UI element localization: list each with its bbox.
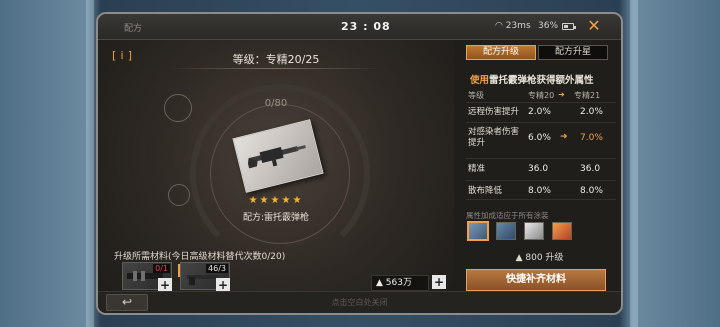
currency-display: ▲ 563万 bbox=[371, 275, 429, 291]
stat-header-label: 等级 bbox=[468, 91, 484, 100]
wifi-latency-value: 23ms bbox=[505, 21, 531, 31]
panel-title: 配方 bbox=[124, 24, 143, 34]
skin-option-4[interactable] bbox=[552, 222, 572, 240]
bg-stripe-right bbox=[630, 0, 638, 327]
bonus-title-text: 雷托霰弹枪获得额外属性 bbox=[489, 75, 594, 86]
upgrade-cost: ▲ 800 升级 bbox=[454, 250, 621, 263]
material-count-1: 0/1 bbox=[153, 264, 170, 273]
stat-current: 36.0 bbox=[528, 164, 549, 174]
skin-option-3[interactable] bbox=[524, 222, 544, 240]
star-rating: ★★★★★ bbox=[248, 195, 304, 206]
stat-current: 8.0% bbox=[528, 186, 551, 196]
upgrade-panel: 配方升级 配方升星 使用雷托霰弹枪获得额外属性 等级 专精20 ➜ 专精21 远… bbox=[454, 40, 621, 292]
currency-icon: ▲ bbox=[376, 278, 383, 288]
add-material-2-button[interactable]: + bbox=[216, 278, 230, 292]
level-divider bbox=[168, 68, 384, 69]
level-label: 等级：专精20/25 bbox=[232, 53, 320, 66]
stat-row-ranged-damage: 远程伤害提升 2.0% 2.0% bbox=[466, 102, 616, 120]
attribute-note: 属性加成适应于所有涂装 bbox=[466, 211, 549, 220]
quick-fill-materials-button[interactable]: 快捷补齐材料 bbox=[466, 269, 606, 291]
stat-header-current: 专精20 bbox=[528, 91, 555, 100]
arrow-right-icon: ➜ bbox=[558, 90, 565, 99]
stat-next: 7.0% bbox=[580, 133, 603, 143]
wifi-latency: ◠ 23ms bbox=[495, 21, 531, 31]
stat-name: 散布降低 bbox=[468, 186, 503, 196]
skin-option-2[interactable] bbox=[496, 222, 516, 240]
stat-header-next: 专精21 bbox=[574, 91, 601, 100]
stat-next: 8.0% bbox=[580, 186, 603, 196]
bg-stripe-left bbox=[86, 0, 94, 327]
currency-icon: ▲ bbox=[515, 253, 523, 263]
stat-row-accuracy: 精准 36.0 36.0 bbox=[466, 158, 616, 178]
bottom-bar: ↩ 点击空白处关闭 bbox=[98, 291, 621, 313]
add-currency-button[interactable]: + bbox=[432, 275, 446, 289]
skin-option-1[interactable] bbox=[468, 222, 488, 240]
tab-recipe-upgrade[interactable]: 配方升级 bbox=[466, 45, 536, 60]
stat-next: 36.0 bbox=[580, 164, 601, 174]
stat-current: 2.0% bbox=[528, 107, 551, 117]
material-count-2: 46/3 bbox=[206, 264, 228, 273]
stat-name: 远程伤害提升 bbox=[468, 107, 520, 117]
battery-percent: 36% bbox=[538, 21, 559, 31]
progress-counter: 0/80 bbox=[264, 98, 288, 109]
status-bar: 配方 23 : 08 ◠ 23ms 36% ✕ bbox=[98, 14, 621, 40]
recipe-panel: 配方 23 : 08 ◠ 23ms 36% ✕ i 等级：专精20/25 0/8… bbox=[96, 12, 623, 315]
recipe-name: 配方:雷托霰弹枪 bbox=[242, 213, 310, 223]
clock: 23 : 08 bbox=[341, 20, 391, 33]
add-material-1-button[interactable]: + bbox=[158, 278, 172, 292]
tab-recipe-star-up[interactable]: 配方升星 bbox=[538, 45, 608, 60]
close-hint[interactable]: 点击空白处关闭 bbox=[98, 297, 621, 308]
stat-current: 6.0% bbox=[528, 133, 551, 143]
wifi-icon: ◠ bbox=[495, 21, 503, 31]
currency-amount: 563万 bbox=[385, 278, 412, 288]
stat-next: 2.0% bbox=[580, 107, 603, 117]
stat-row-infected-damage: 对感染者伤害提升 6.0% ➜ 7.0% bbox=[466, 122, 616, 154]
upgrade-cost-text: 800 升级 bbox=[525, 253, 564, 263]
stat-name: 精准 bbox=[468, 164, 486, 174]
recipe-display: i 等级：专精20/25 0/80 ★★★★★ 配方:雷托霰弹枪 升级所需材料(… bbox=[98, 40, 454, 292]
materials-label: 升级所需材料(今日高级材料替代次数0/20) bbox=[114, 252, 286, 262]
stat-name: 对感染者伤害提升 bbox=[468, 127, 520, 148]
shotgun-icon bbox=[247, 145, 306, 169]
stat-row-spread-reduction: 散布降低 8.0% 8.0% bbox=[466, 180, 616, 200]
close-icon[interactable]: ✕ bbox=[586, 18, 602, 34]
arrow-right-icon: ➜ bbox=[560, 132, 568, 142]
bonus-title-accent: 使用 bbox=[470, 75, 490, 86]
bonus-title: 使用雷托霰弹枪获得额外属性 bbox=[470, 72, 594, 86]
battery-icon bbox=[562, 23, 576, 30]
